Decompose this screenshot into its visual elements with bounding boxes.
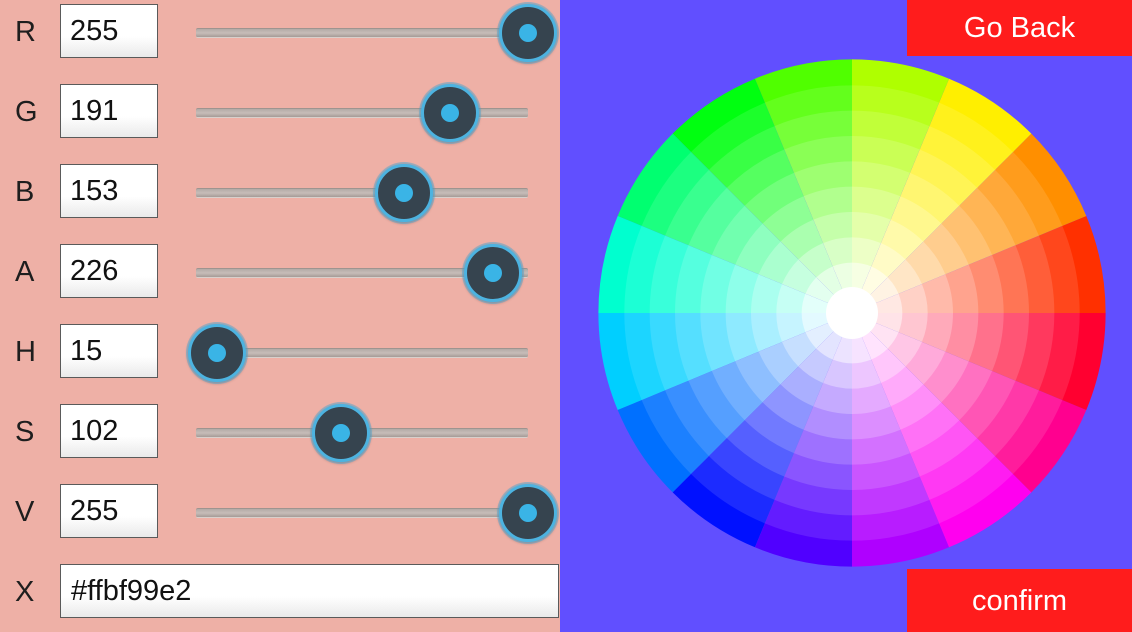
channel-label-g: G bbox=[15, 96, 38, 128]
slider-thumb-v[interactable] bbox=[499, 484, 557, 542]
hex-label: X bbox=[15, 576, 35, 608]
channel-panel: R G B A H bbox=[0, 0, 560, 632]
channel-row-r: R bbox=[0, 0, 560, 80]
channel-label-a: A bbox=[15, 256, 35, 288]
slider-track-r[interactable] bbox=[196, 28, 528, 38]
go-back-button[interactable]: Go Back bbox=[907, 0, 1132, 56]
confirm-button[interactable]: confirm bbox=[907, 569, 1132, 632]
channel-row-a: A bbox=[0, 240, 560, 320]
value-input-g[interactable] bbox=[60, 84, 158, 138]
channel-row-v: V bbox=[0, 480, 560, 560]
channel-label-h: H bbox=[15, 336, 36, 368]
value-input-s[interactable] bbox=[60, 404, 158, 458]
value-input-b[interactable] bbox=[60, 164, 158, 218]
value-input-a[interactable] bbox=[60, 244, 158, 298]
slider-thumb-g[interactable] bbox=[420, 84, 479, 142]
slider-track-b[interactable] bbox=[196, 188, 528, 198]
channel-row-h: H bbox=[0, 320, 560, 400]
color-picker-app: R G B A H bbox=[0, 0, 1132, 632]
color-wheel[interactable] bbox=[597, 58, 1107, 568]
channel-label-v: V bbox=[15, 496, 35, 528]
hex-input[interactable] bbox=[60, 564, 559, 618]
hex-row: X bbox=[0, 560, 560, 632]
channel-row-s: S bbox=[0, 400, 560, 480]
slider-thumb-b[interactable] bbox=[374, 164, 433, 222]
channel-row-b: B bbox=[0, 160, 560, 240]
slider-thumb-r[interactable] bbox=[499, 4, 557, 62]
channel-label-s: S bbox=[15, 416, 35, 448]
slider-thumb-h[interactable] bbox=[188, 324, 246, 382]
slider-thumb-a[interactable] bbox=[463, 244, 522, 302]
channel-label-b: B bbox=[15, 176, 35, 208]
wheel-center[interactable] bbox=[826, 287, 878, 339]
value-input-h[interactable] bbox=[60, 324, 158, 378]
slider-track-v[interactable] bbox=[196, 508, 528, 518]
value-input-v[interactable] bbox=[60, 484, 158, 538]
value-input-r[interactable] bbox=[60, 4, 158, 58]
channel-row-g: G bbox=[0, 80, 560, 160]
channel-label-r: R bbox=[15, 16, 36, 48]
slider-thumb-s[interactable] bbox=[312, 404, 371, 462]
